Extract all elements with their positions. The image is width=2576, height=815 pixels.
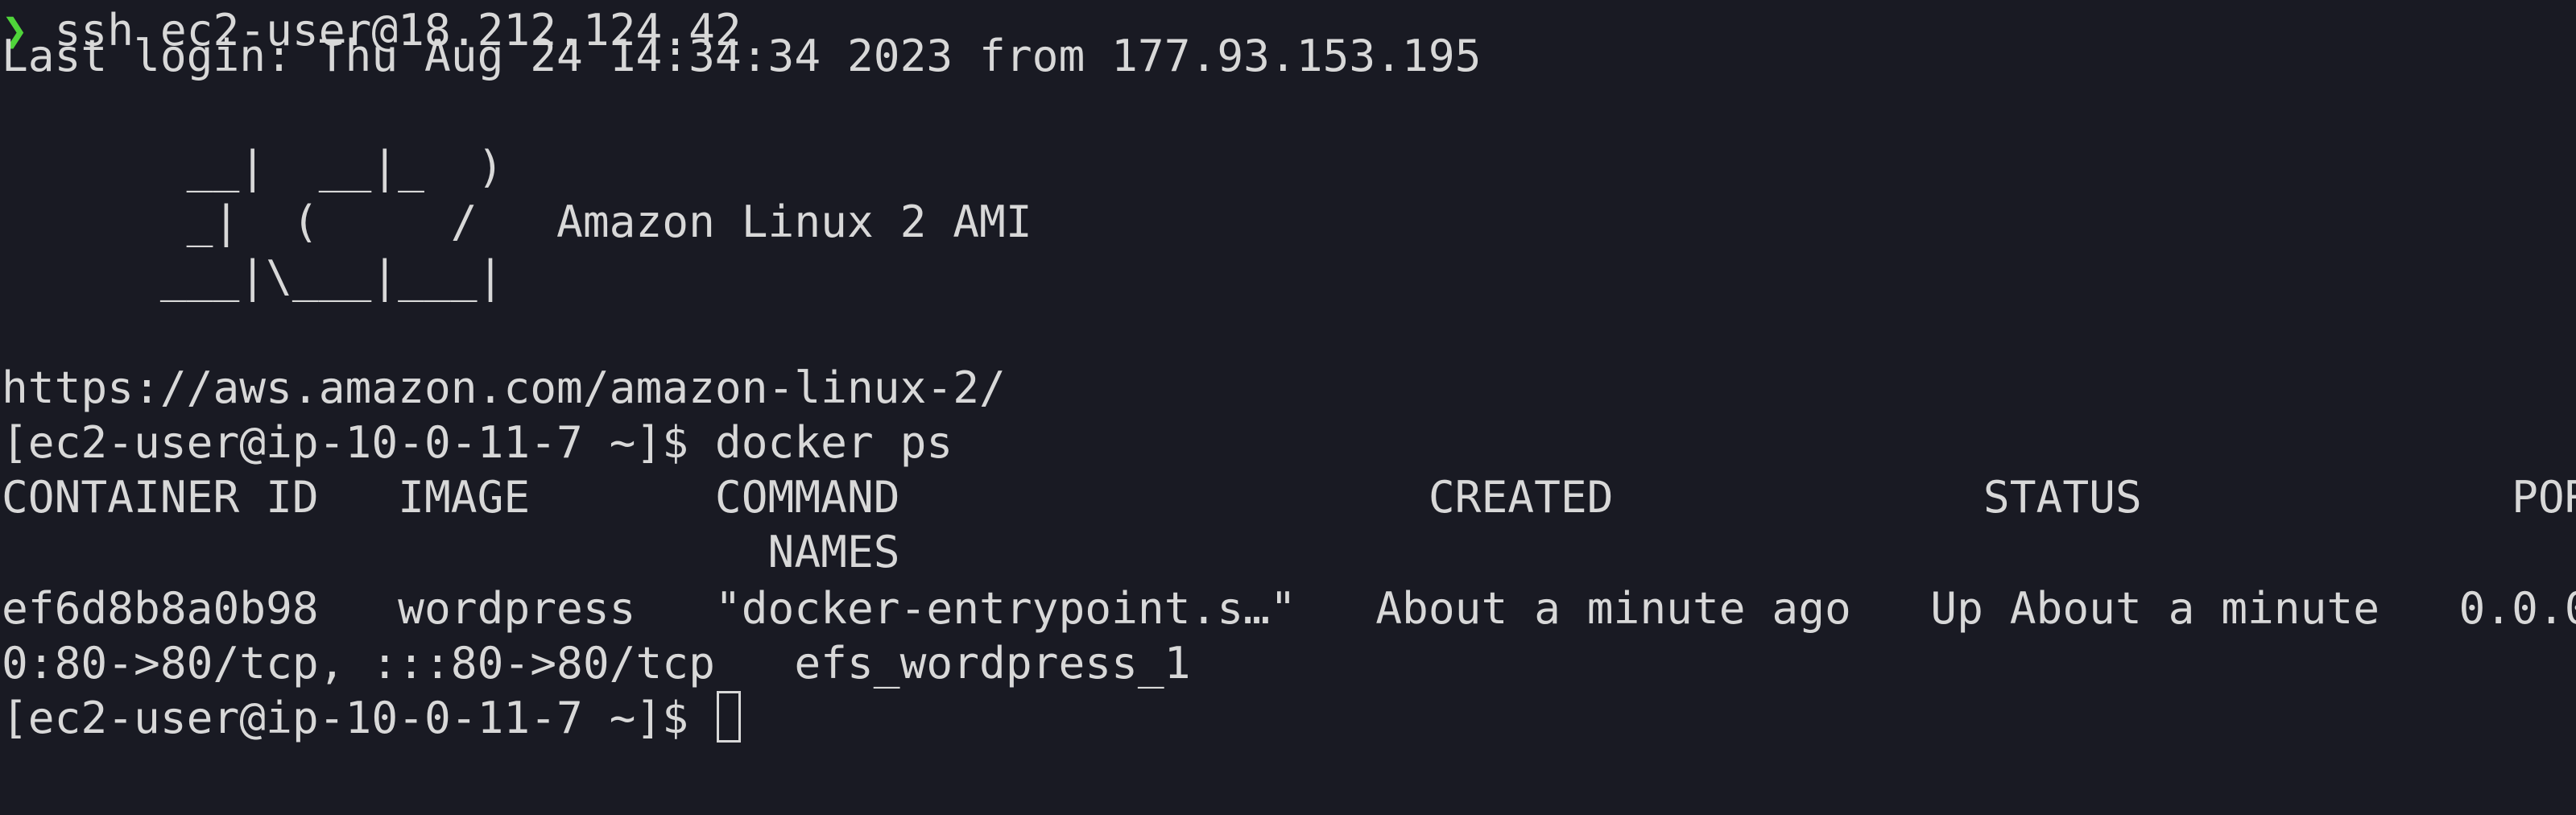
ascii-art-line-1-text: __| __|_ ) bbox=[2, 141, 504, 192]
docker-ps-header-line: CONTAINER ID IMAGE COMMAND CREATED STATU… bbox=[2, 469, 2576, 525]
ascii-art-line-2-text: _| ( / Amazon Linux 2 AMI bbox=[2, 196, 1032, 247]
ascii-art-line-3-text: ___|\___|___| bbox=[2, 250, 504, 302]
docker-ps-command-line: [ec2-user@ip-10-0-11-7 ~]$ docker ps bbox=[2, 414, 953, 470]
current-prompt-line-text: [ec2-user@ip-10-0-11-7 ~]$ bbox=[2, 692, 715, 743]
docker-ps-row-line: ef6d8b8a0b98 wordpress "docker-entrypoin… bbox=[2, 580, 2576, 636]
url-line: https://aws.amazon.com/amazon-linux-2/ bbox=[2, 359, 1006, 416]
docker-ps-header-names-line: NAMES bbox=[2, 523, 900, 580]
last-login-line: Last login: Thu Aug 24 14:34:34 2023 fro… bbox=[2, 27, 1481, 84]
docker-ps-header-names-line-text: NAMES bbox=[2, 526, 900, 577]
docker-ps-header-line-text: CONTAINER ID IMAGE COMMAND CREATED STATU… bbox=[2, 471, 2576, 523]
url-line-text: https://aws.amazon.com/amazon-linux-2/ bbox=[2, 362, 1006, 413]
docker-ps-command-line-text: [ec2-user@ip-10-0-11-7 ~]$ docker ps bbox=[2, 416, 953, 468]
ascii-art-line-2: _| ( / Amazon Linux 2 AMI bbox=[2, 193, 1032, 250]
terminal-window[interactable]: ❯ ssh ec2-user@18.212.124.42 Last login:… bbox=[0, 0, 2576, 815]
docker-ps-row-continuation-line-text: 0:80->80/tcp, :::80->80/tcp efs_wordpres… bbox=[2, 637, 1191, 689]
ascii-art-line-3: ___|\___|___| bbox=[2, 248, 504, 304]
current-prompt-line: [ec2-user@ip-10-0-11-7 ~]$ bbox=[2, 689, 741, 746]
last-login-line-text: Last login: Thu Aug 24 14:34:34 2023 fro… bbox=[2, 30, 1482, 81]
docker-ps-row-continuation-line: 0:80->80/tcp, :::80->80/tcp efs_wordpres… bbox=[2, 635, 1191, 691]
ascii-art-line-1: __| __|_ ) bbox=[2, 139, 504, 195]
docker-ps-row-line-text: ef6d8b8a0b98 wordpress "docker-entrypoin… bbox=[2, 582, 2576, 634]
terminal-cursor[interactable] bbox=[716, 691, 741, 743]
